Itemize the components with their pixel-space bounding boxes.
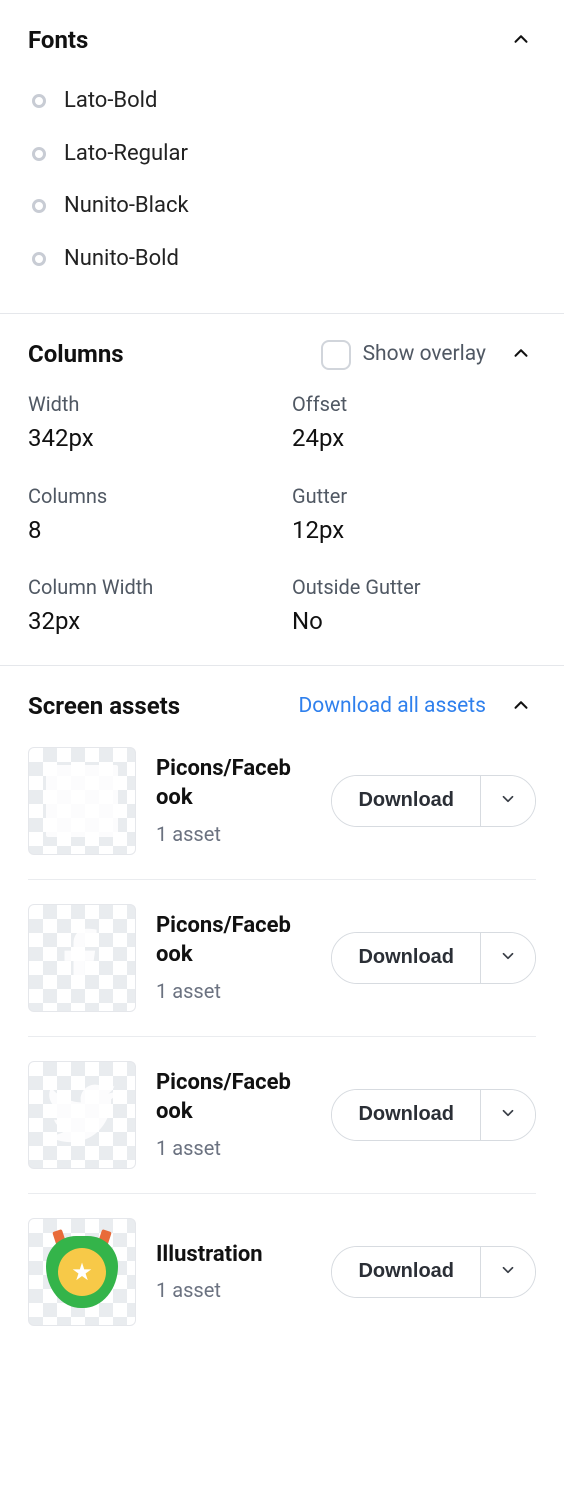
download-options-button[interactable] <box>480 1090 535 1140</box>
show-overlay-toggle[interactable]: Show overlay <box>321 340 486 370</box>
asset-count: 1 asset <box>156 1135 311 1161</box>
download-button[interactable]: Download <box>332 776 480 826</box>
asset-info: Picons/Facebook 1 asset <box>156 1069 311 1160</box>
metric-offset: Offset 24px <box>292 391 536 454</box>
section-title-fonts: Fonts <box>28 25 88 56</box>
download-button[interactable]: Download <box>332 1090 480 1140</box>
asset-list: Picons/Facebook 1 asset Download Picons/… <box>28 743 536 1326</box>
metric-label: Width <box>28 391 272 417</box>
show-overlay-label: Show overlay <box>363 341 486 368</box>
columns-header-right: Show overlay <box>321 338 536 371</box>
chevron-down-icon <box>499 947 517 968</box>
chevron-up-icon <box>510 28 532 53</box>
assets-header: Screen assets Download all assets <box>28 690 536 723</box>
download-options-button[interactable] <box>480 933 535 983</box>
metric-outside-gutter: Outside Gutter No <box>292 574 536 637</box>
columns-header: Columns Show overlay <box>28 338 536 371</box>
columns-section: Columns Show overlay Width 342px Offset 24… <box>0 313 564 665</box>
asset-item: Picons/Facebook 1 asset Download <box>28 880 536 1037</box>
metric-column-width: Column Width 32px <box>28 574 272 637</box>
download-button-group: Download <box>331 932 536 984</box>
asset-item: Picons/Facebook 1 asset Download <box>28 1037 536 1194</box>
bullet-icon <box>32 199 46 213</box>
download-options-button[interactable] <box>480 776 535 826</box>
collapse-columns-button[interactable] <box>506 338 536 371</box>
assets-header-right: Download all assets <box>299 690 536 723</box>
section-title-columns: Columns <box>28 339 124 370</box>
asset-count: 1 asset <box>156 1277 311 1303</box>
asset-thumbnail[interactable] <box>28 747 136 855</box>
collapse-fonts-button[interactable] <box>506 24 536 57</box>
badge-icon: ★ <box>42 1232 122 1312</box>
font-item[interactable]: Nunito-Black <box>28 180 536 233</box>
metric-value: 32px <box>28 606 272 637</box>
metric-value: 8 <box>28 515 272 546</box>
download-all-link[interactable]: Download all assets <box>299 693 486 720</box>
columns-metrics-grid: Width 342px Offset 24px Columns 8 Gutter 12p… <box>28 391 536 637</box>
font-name: Nunito-Black <box>64 192 189 221</box>
font-name: Nunito-Bold <box>64 245 179 274</box>
metric-width: Width 342px <box>28 391 272 454</box>
asset-item: ★ Illustration 1 asset Download <box>28 1194 536 1326</box>
metric-value: 24px <box>292 423 536 454</box>
metric-value: 12px <box>292 515 536 546</box>
chevron-down-icon <box>499 790 517 811</box>
asset-info: Picons/Facebook 1 asset <box>156 755 311 846</box>
asset-name: Picons/Facebook <box>156 1069 296 1126</box>
metric-label: Outside Gutter <box>292 574 536 600</box>
metric-label: Offset <box>292 391 536 417</box>
download-button[interactable]: Download <box>332 1247 480 1297</box>
asset-item: Picons/Facebook 1 asset Download <box>28 743 536 880</box>
asset-name: Illustration <box>156 1241 296 1270</box>
font-item[interactable]: Lato-Bold <box>28 75 536 128</box>
chevron-down-icon <box>499 1104 517 1125</box>
download-button-group: Download <box>331 1089 536 1141</box>
checkbox-icon <box>321 340 351 370</box>
asset-name: Picons/Facebook <box>156 912 296 969</box>
download-button-group: Download <box>331 775 536 827</box>
chevron-up-icon <box>510 342 532 367</box>
screen-assets-section: Screen assets Download all assets Picons… <box>0 665 564 1354</box>
download-options-button[interactable] <box>480 1247 535 1297</box>
bullet-icon <box>32 147 46 161</box>
metric-label: Gutter <box>292 483 536 509</box>
font-list: Lato-Bold Lato-Regular Nunito-Black Nuni… <box>28 75 536 285</box>
metric-label: Column Width <box>28 574 272 600</box>
fonts-section: Fonts Lato-Bold Lato-Regular Nunito-Blac… <box>0 0 564 313</box>
font-name: Lato-Bold <box>64 87 157 116</box>
asset-count: 1 asset <box>156 821 311 847</box>
asset-thumbnail[interactable] <box>28 904 136 1012</box>
font-name: Lato-Regular <box>64 140 188 169</box>
asset-info: Illustration 1 asset <box>156 1241 311 1304</box>
bullet-icon <box>32 94 46 108</box>
download-button[interactable]: Download <box>332 933 480 983</box>
metric-value: 342px <box>28 423 272 454</box>
metric-value: No <box>292 606 536 637</box>
asset-info: Picons/Facebook 1 asset <box>156 912 311 1003</box>
metric-gutter: Gutter 12px <box>292 483 536 546</box>
facebook-icon <box>46 765 118 837</box>
asset-count: 1 asset <box>156 978 311 1004</box>
bullet-icon <box>32 252 46 266</box>
twitter-icon <box>41 1071 123 1159</box>
metric-columns: Columns 8 <box>28 483 272 546</box>
font-item[interactable]: Lato-Regular <box>28 128 536 181</box>
asset-thumbnail[interactable] <box>28 1061 136 1169</box>
asset-thumbnail[interactable]: ★ <box>28 1218 136 1326</box>
fonts-header: Fonts <box>28 24 536 57</box>
download-button-group: Download <box>331 1246 536 1298</box>
collapse-assets-button[interactable] <box>506 690 536 723</box>
chevron-down-icon <box>499 1261 517 1282</box>
section-title-assets: Screen assets <box>28 691 180 722</box>
metric-label: Columns <box>28 483 272 509</box>
font-item[interactable]: Nunito-Bold <box>28 233 536 286</box>
facebook-icon <box>47 920 117 996</box>
chevron-up-icon <box>510 694 532 719</box>
asset-name: Picons/Facebook <box>156 755 296 812</box>
